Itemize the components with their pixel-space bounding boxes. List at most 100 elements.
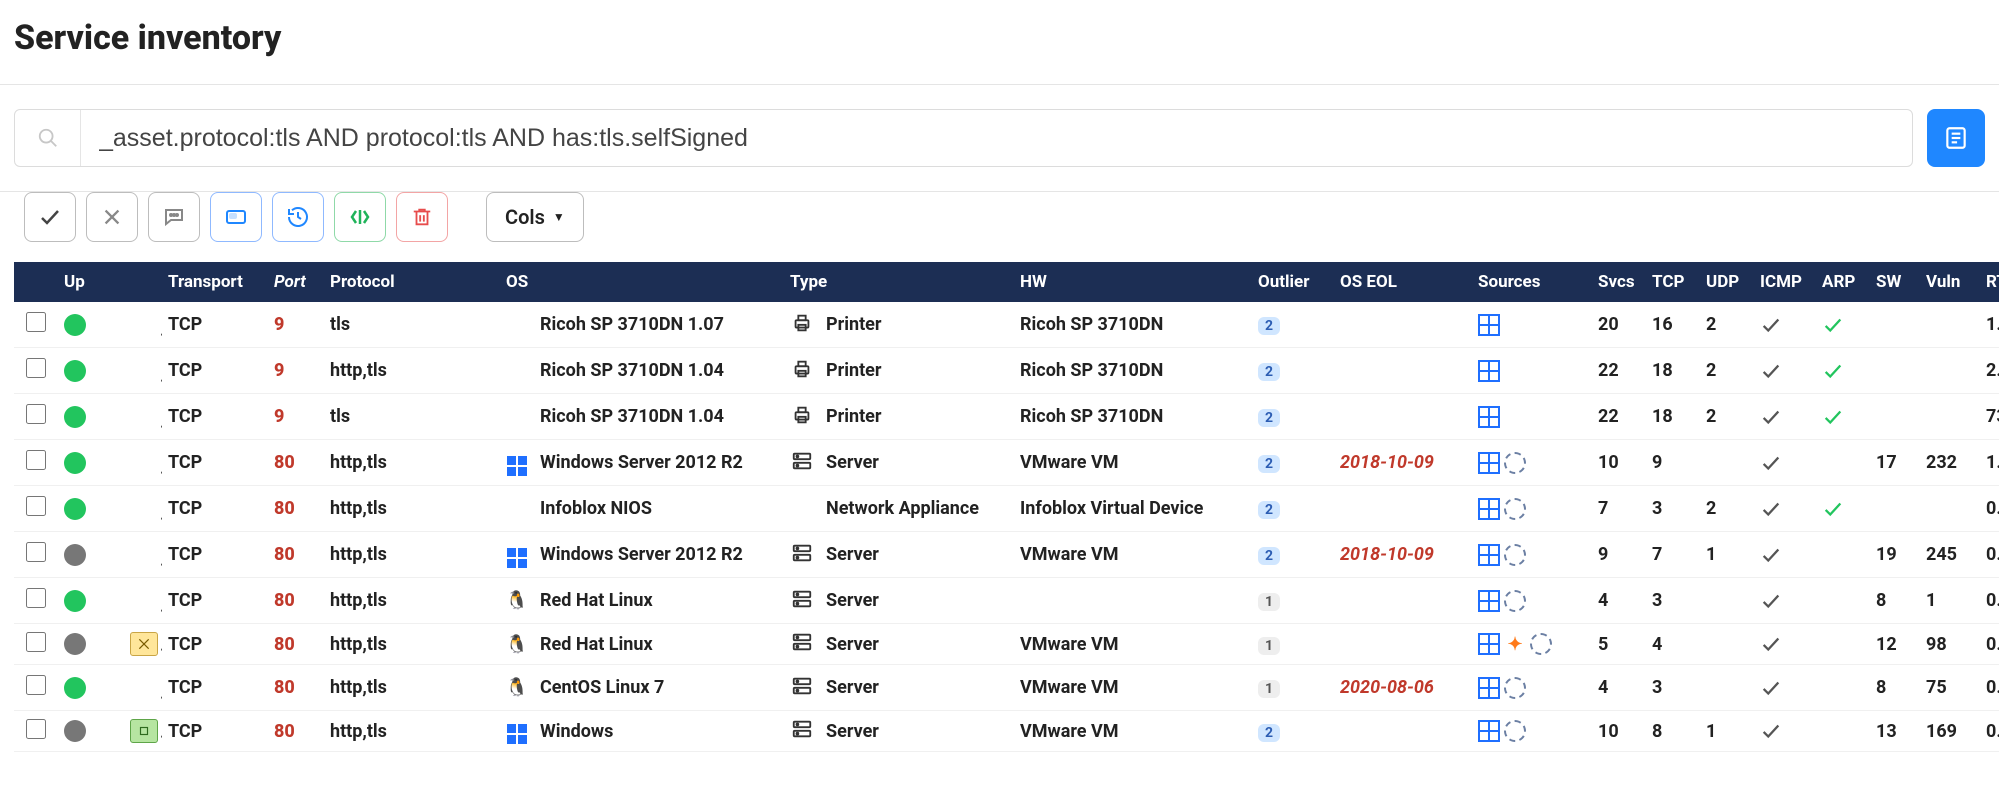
source-grid-icon bbox=[1478, 720, 1500, 742]
row-checkbox[interactable] bbox=[26, 404, 46, 424]
check-icon bbox=[1760, 544, 1810, 566]
cell-rtt: 0.43 bbox=[1980, 532, 1999, 578]
cell-sources: ✦ bbox=[1472, 624, 1592, 665]
server-icon bbox=[790, 449, 814, 473]
table-row[interactable]: TCP80http,tls🐧Red Hat LinuxServerVMware … bbox=[14, 624, 1999, 665]
col-sources[interactable]: Sources bbox=[1472, 262, 1592, 302]
cell-tcp: 18 bbox=[1646, 394, 1700, 440]
row-checkbox[interactable] bbox=[26, 542, 46, 562]
col-udp[interactable]: UDP bbox=[1700, 262, 1754, 302]
col-vuln[interactable]: Vuln bbox=[1920, 262, 1980, 302]
cell-type: Server bbox=[820, 711, 1014, 752]
cell-port: 80 bbox=[268, 486, 324, 532]
cell-icmp bbox=[1754, 711, 1816, 752]
outlier-badge: 2 bbox=[1258, 724, 1280, 742]
row-checkbox[interactable] bbox=[26, 496, 46, 516]
cell-tcp: 7 bbox=[1646, 532, 1700, 578]
row-checkbox[interactable] bbox=[26, 675, 46, 695]
row-checkbox[interactable] bbox=[26, 632, 46, 652]
cell-type: Server bbox=[820, 624, 1014, 665]
col-port[interactable]: Port bbox=[268, 262, 324, 302]
search-input[interactable] bbox=[81, 124, 1912, 153]
source-swirl-icon: ✦ bbox=[1504, 633, 1526, 655]
outlier-badge: 1 bbox=[1258, 680, 1280, 698]
cell-udp: 2 bbox=[1700, 302, 1754, 348]
cell-sw: 8 bbox=[1870, 578, 1920, 624]
outlier-badge: 2 bbox=[1258, 317, 1280, 335]
table-row[interactable]: TCP80http,tlsInfoblox NIOSNetwork Applia… bbox=[14, 486, 1999, 532]
col-os[interactable]: OS bbox=[500, 262, 784, 302]
cell-svcs: 4 bbox=[1592, 665, 1646, 711]
cell-vuln: 245 bbox=[1920, 532, 1980, 578]
cell-rtt: 0.65 bbox=[1980, 486, 1999, 532]
table-row[interactable]: TCP9http,tlsRicoh SP 3710DN 1.04PrinterR… bbox=[14, 348, 1999, 394]
col-outlier[interactable]: Outlier bbox=[1252, 262, 1334, 302]
cell-svcs: 22 bbox=[1592, 394, 1646, 440]
col-rtt[interactable]: RTT/MS bbox=[1980, 262, 1999, 302]
history-button[interactable] bbox=[272, 192, 324, 242]
row-checkbox[interactable] bbox=[26, 450, 46, 470]
col-oseol[interactable]: OS EOL bbox=[1334, 262, 1472, 302]
confirm-button[interactable] bbox=[24, 192, 76, 242]
cell-udp: 2 bbox=[1700, 348, 1754, 394]
cell-vuln bbox=[1920, 348, 1980, 394]
row-checkbox[interactable] bbox=[26, 358, 46, 378]
cell-vuln: 98 bbox=[1920, 624, 1980, 665]
table-row[interactable]: TCP9tlsRicoh SP 3710DN 1.04PrinterRicoh … bbox=[14, 394, 1999, 440]
outlier-badge: 2 bbox=[1258, 363, 1280, 381]
cell-icmp bbox=[1754, 348, 1816, 394]
col-svcs[interactable]: Svcs bbox=[1592, 262, 1646, 302]
col-protocol[interactable]: Protocol bbox=[324, 262, 500, 302]
row-checkbox[interactable] bbox=[26, 719, 46, 739]
linux-icon: 🐧 bbox=[506, 633, 528, 655]
row-checkbox[interactable] bbox=[26, 312, 46, 332]
col-type[interactable]: Type bbox=[784, 262, 1014, 302]
columns-dropdown[interactable]: Cols ▼ bbox=[486, 192, 584, 242]
cell-icmp bbox=[1754, 578, 1816, 624]
cell-protocol: http,tls bbox=[324, 711, 500, 752]
merge-button[interactable] bbox=[334, 192, 386, 242]
query-library-button[interactable] bbox=[1927, 109, 1985, 167]
cell-rtt: 0.61 bbox=[1980, 665, 1999, 711]
col-arp[interactable]: ARP bbox=[1816, 262, 1870, 302]
cell-vuln: 232 bbox=[1920, 440, 1980, 486]
table-row[interactable]: TCP9tlsRicoh SP 3710DN 1.07PrinterRicoh … bbox=[14, 302, 1999, 348]
printer-icon bbox=[790, 357, 814, 381]
table-row[interactable]: TCP80http,tlsWindows Server 2012 R2Serve… bbox=[14, 440, 1999, 486]
row-checkbox[interactable] bbox=[26, 588, 46, 608]
outlier-badge: 2 bbox=[1258, 455, 1280, 473]
table-row[interactable]: TCP80http,tls🐧Red Hat LinuxServer143810.… bbox=[14, 578, 1999, 624]
cell-hw: VMware VM bbox=[1014, 711, 1252, 752]
cell-rtt: 2.62 bbox=[1980, 348, 1999, 394]
table-row[interactable]: TCP80http,tls🐧CentOS Linux 7ServerVMware… bbox=[14, 665, 1999, 711]
col-tcp[interactable]: TCP bbox=[1646, 262, 1700, 302]
cell-oseol bbox=[1334, 711, 1472, 752]
col-hw[interactable]: HW bbox=[1014, 262, 1252, 302]
cell-icmp bbox=[1754, 624, 1816, 665]
col-icmp[interactable]: ICMP bbox=[1754, 262, 1816, 302]
cell-oseol bbox=[1334, 486, 1472, 532]
col-sw[interactable]: SW bbox=[1870, 262, 1920, 302]
cell-arp bbox=[1816, 711, 1870, 752]
col-up[interactable]: Up bbox=[58, 262, 162, 302]
cancel-button[interactable] bbox=[86, 192, 138, 242]
table-row[interactable]: TCP80http,tlsWindows Server 2012 R2Serve… bbox=[14, 532, 1999, 578]
cell-arp bbox=[1816, 532, 1870, 578]
cell-os: Windows bbox=[534, 711, 784, 752]
col-transport[interactable]: Transport bbox=[162, 262, 268, 302]
check-icon bbox=[1760, 314, 1810, 336]
cell-port: 9 bbox=[268, 348, 324, 394]
delete-button[interactable] bbox=[396, 192, 448, 242]
status-dot bbox=[64, 452, 86, 474]
cell-tcp: 8 bbox=[1646, 711, 1700, 752]
cell-icmp bbox=[1754, 440, 1816, 486]
columns-label: Cols bbox=[505, 205, 545, 229]
comment-button[interactable] bbox=[148, 192, 200, 242]
cell-svcs: 4 bbox=[1592, 578, 1646, 624]
table-row[interactable]: TCP80http,tlsWindowsServerVMware VM21081… bbox=[14, 711, 1999, 752]
cell-arp bbox=[1816, 302, 1870, 348]
cell-type: Server bbox=[820, 665, 1014, 711]
status-dot bbox=[64, 498, 86, 520]
screenshot-button[interactable] bbox=[210, 192, 262, 242]
printer-icon bbox=[790, 403, 814, 427]
